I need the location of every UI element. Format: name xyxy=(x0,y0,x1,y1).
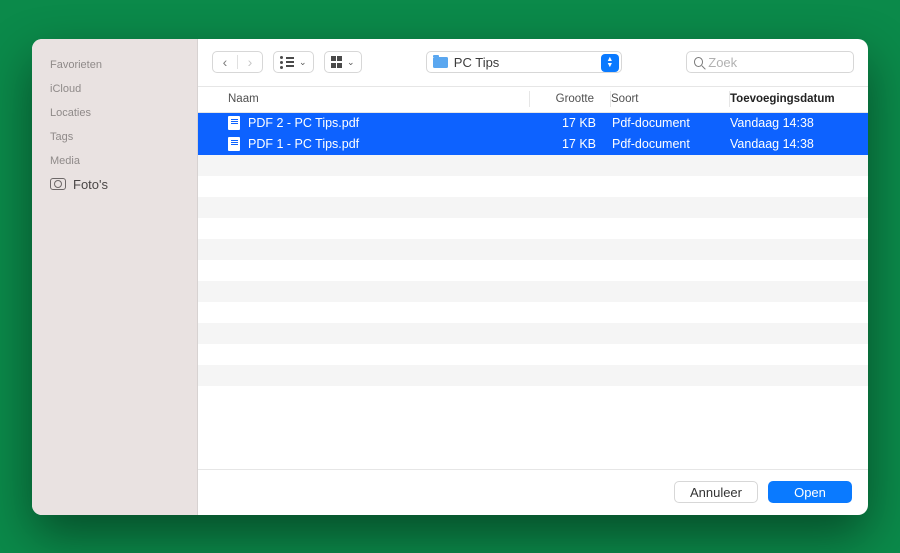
empty-row xyxy=(198,302,868,323)
search-input[interactable] xyxy=(708,55,846,70)
empty-row xyxy=(198,281,868,302)
col-header-size[interactable]: Grootte xyxy=(530,93,610,105)
empty-row xyxy=(198,344,868,365)
file-kind: Pdf-document xyxy=(612,116,730,130)
sidebar-item-photos[interactable]: Foto's xyxy=(32,173,197,196)
folder-name: PC Tips xyxy=(454,55,500,70)
sidebar-section-locations[interactable]: Locaties xyxy=(32,101,197,125)
file-list: PDF 2 - PC Tips.pdf 17 KB Pdf-document V… xyxy=(198,113,868,469)
file-kind: Pdf-document xyxy=(612,137,730,151)
document-icon xyxy=(228,137,240,151)
nav-back-forward: ‹ › xyxy=(212,51,263,73)
view-list-dropdown[interactable]: ⌄ xyxy=(273,51,314,73)
empty-row xyxy=(198,197,868,218)
file-row[interactable]: PDF 2 - PC Tips.pdf 17 KB Pdf-document V… xyxy=(198,113,868,134)
sidebar-section-media[interactable]: Media xyxy=(32,149,197,173)
list-lines-icon xyxy=(286,57,294,67)
column-headers: Naam Grootte Soort Toevoegingsdatum xyxy=(198,87,868,113)
folder-icon xyxy=(433,57,448,68)
document-icon xyxy=(228,116,240,130)
search-field-wrap[interactable] xyxy=(686,51,854,73)
grid-icon xyxy=(331,56,343,68)
back-button[interactable]: ‹ xyxy=(213,55,237,69)
file-size: 17 KB xyxy=(532,137,612,151)
toolbar: ‹ › ⌄ ⌄ PC Tips ▲▼ xyxy=(198,39,868,87)
empty-row xyxy=(198,239,868,260)
empty-row xyxy=(198,218,868,239)
col-header-kind[interactable]: Soort xyxy=(611,93,729,105)
col-header-name[interactable]: Naam xyxy=(228,93,529,105)
sidebar: Favorieten iCloud Locaties Tags Media Fo… xyxy=(32,39,198,515)
col-header-added[interactable]: Toevoegingsdatum xyxy=(730,93,868,105)
sidebar-section-icloud[interactable]: iCloud xyxy=(32,77,197,101)
file-name-cell: PDF 1 - PC Tips.pdf xyxy=(228,137,532,151)
view-grid-dropdown[interactable]: ⌄ xyxy=(324,51,362,73)
search-icon xyxy=(694,57,703,67)
camera-icon xyxy=(50,178,66,190)
empty-row xyxy=(198,386,868,407)
file-row[interactable]: PDF 1 - PC Tips.pdf 17 KB Pdf-document V… xyxy=(198,134,868,155)
updown-icon: ▲▼ xyxy=(601,54,619,72)
file-name: PDF 1 - PC Tips.pdf xyxy=(248,137,359,151)
file-name-cell: PDF 2 - PC Tips.pdf xyxy=(228,116,532,130)
list-icon xyxy=(280,56,283,69)
open-button[interactable]: Open xyxy=(768,481,852,503)
main-panel: ‹ › ⌄ ⌄ PC Tips ▲▼ xyxy=(198,39,868,515)
chevron-down-icon: ⌄ xyxy=(299,57,307,68)
open-dialog: Favorieten iCloud Locaties Tags Media Fo… xyxy=(32,39,868,515)
folder-select[interactable]: PC Tips ▲▼ xyxy=(426,51,622,73)
empty-row xyxy=(198,155,868,176)
file-size: 17 KB xyxy=(532,116,612,130)
chevron-right-icon: › xyxy=(248,55,253,69)
forward-button[interactable]: › xyxy=(238,55,262,69)
chevron-down-icon: ⌄ xyxy=(347,57,355,68)
chevron-left-icon: ‹ xyxy=(223,55,228,69)
file-name: PDF 2 - PC Tips.pdf xyxy=(248,116,359,130)
empty-row xyxy=(198,260,868,281)
sidebar-item-label: Foto's xyxy=(73,177,108,192)
dialog-footer: Annuleer Open xyxy=(198,469,868,515)
file-added: Vandaag 14:38 xyxy=(730,116,868,130)
sidebar-section-tags[interactable]: Tags xyxy=(32,125,197,149)
empty-row xyxy=(198,365,868,386)
empty-row xyxy=(198,176,868,197)
cancel-button[interactable]: Annuleer xyxy=(674,481,758,503)
file-added: Vandaag 14:38 xyxy=(730,137,868,151)
sidebar-section-favorites[interactable]: Favorieten xyxy=(32,53,197,77)
empty-row xyxy=(198,323,868,344)
